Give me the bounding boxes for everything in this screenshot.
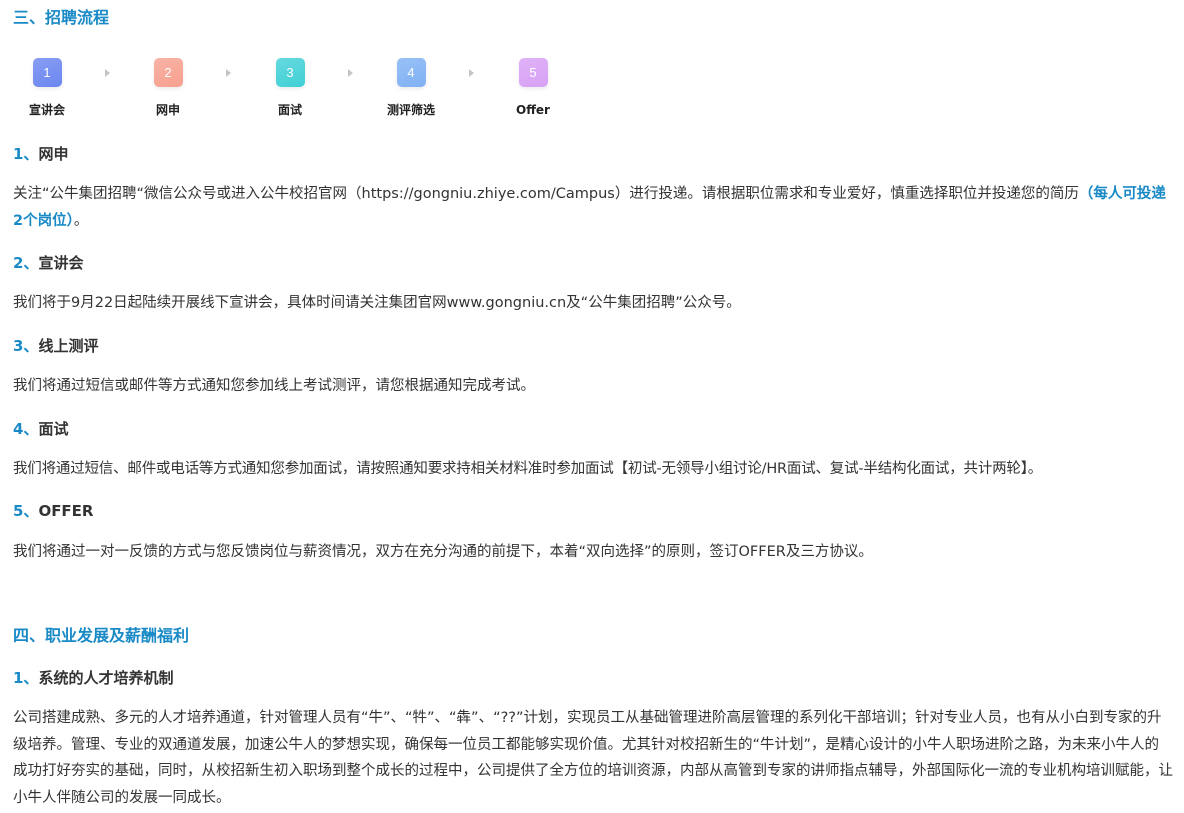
subheading-text: 线上测评 — [38, 337, 99, 355]
step-number-badge: 1 — [32, 58, 62, 87]
step-5: 5 Offer — [493, 50, 573, 118]
step-label: Offer — [516, 103, 550, 117]
step-number-badge: 5 — [518, 58, 548, 87]
subheading-online-assessment: 3、线上测评 — [13, 336, 98, 356]
subheading-number: 1、 — [13, 669, 39, 687]
subheading-info-session: 2、宣讲会 — [13, 253, 83, 273]
chevron-right-icon — [105, 69, 110, 77]
step-label: 宣讲会 — [28, 103, 65, 117]
subheading-interview: 4、面试 — [13, 419, 68, 439]
subheading-online-application: 1、网申 — [13, 144, 68, 164]
step-label: 面试 — [277, 103, 302, 117]
subheading-text: 网申 — [38, 145, 69, 163]
chevron-right-icon — [469, 69, 474, 77]
subheading-text: 宣讲会 — [38, 254, 84, 272]
step-number-badge: 4 — [396, 58, 426, 87]
step-3: 3 面试 — [250, 50, 330, 118]
step-1: 1 宣讲会 — [7, 50, 87, 118]
step-4: 4 测评筛选 — [371, 50, 451, 118]
subheading-number: 3、 — [13, 337, 39, 355]
subheading-number: 4、 — [13, 420, 39, 438]
subheading-offer: 5、OFFER — [13, 501, 93, 521]
step-number-badge: 3 — [275, 58, 305, 87]
step-2: 2 网申 — [128, 50, 208, 118]
step-label: 网申 — [155, 103, 180, 117]
subheading-number: 1、 — [13, 145, 39, 163]
chevron-right-icon — [226, 69, 231, 77]
paragraph-online-assessment: 我们将通过短信或邮件等方式通知您参加线上考试测评，请您根据通知完成考试。 — [13, 378, 535, 394]
subheading-talent-development: 1、系统的人才培养机制 — [13, 668, 173, 688]
subheading-number: 5、 — [13, 502, 39, 520]
chevron-right-icon — [348, 69, 353, 77]
paragraph-interview: 我们将通过短信、邮件或电话等方式通知您参加面试，请按照通知要求持相关材料准时参加… — [13, 461, 1043, 477]
subheading-text: 系统的人才培养机制 — [38, 669, 174, 687]
subheading-text: OFFER — [38, 502, 94, 520]
paragraph-online-application: 关注“公牛集团招聘“微信公众号或进入公牛校招官网（https://gongniu… — [13, 181, 1173, 234]
recruitment-steps: 1 宣讲会 2 网申 3 面试 4 测评筛选 5 Offer — [0, 50, 600, 130]
step-label: 测评筛选 — [386, 103, 435, 117]
section-title-recruitment-process: 三、招聘流程 — [13, 8, 110, 27]
paragraph-talent-development: 公司搭建成熟、多元的人才培养通道，针对管理人员有“牛”、“牪”、“犇”、“??”… — [13, 710, 1173, 806]
subheading-text: 面试 — [38, 420, 69, 438]
paragraph-info-session: 我们将于9月22日起陆续开展线下宣讲会，具体时间请关注集团官网www.gongn… — [13, 295, 741, 311]
paragraph-offer: 我们将通过一对一反馈的方式与您反馈岗位与薪资情况，双方在充分沟通的前提下，本着“… — [13, 544, 873, 560]
section-title-career-development: 四、职业发展及薪酬福利 — [13, 626, 190, 645]
step-number-badge: 2 — [153, 58, 183, 87]
subheading-number: 2、 — [13, 254, 39, 272]
paragraph-text: 关注“公牛集团招聘“微信公众号或进入公牛校招官网（https://gongniu… — [13, 186, 1079, 202]
paragraph-text: 。 — [73, 212, 89, 229]
